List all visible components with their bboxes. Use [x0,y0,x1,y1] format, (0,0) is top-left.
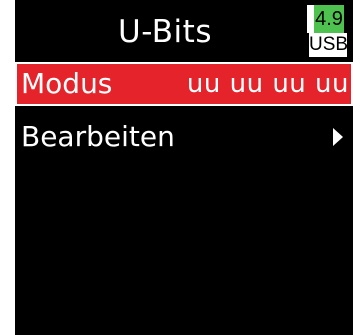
menu-item-label: Bearbeiten [21,120,175,153]
battery-level-icon [307,5,314,33]
menu-item-bearbeiten[interactable]: Bearbeiten [15,115,353,159]
menu-item-modus[interactable]: Modus uu uu uu uu [15,62,353,106]
menu-list: Modus uu uu uu uu Bearbeiten [15,62,353,168]
power-source-label: USB [309,33,349,57]
menu-item-value: uu uu uu uu [186,69,349,99]
battery-indicator: 4.9 USB [307,5,349,57]
submenu-arrow-icon [333,128,343,146]
header-bar: U-Bits 4.9 USB [15,0,353,62]
device-screen: U-Bits 4.9 USB Modus uu uu uu uu Bearbei… [15,0,353,335]
battery-voltage: 4.9 [314,5,344,33]
menu-item-label: Modus [21,67,113,100]
page-title: U-Bits [118,14,212,50]
